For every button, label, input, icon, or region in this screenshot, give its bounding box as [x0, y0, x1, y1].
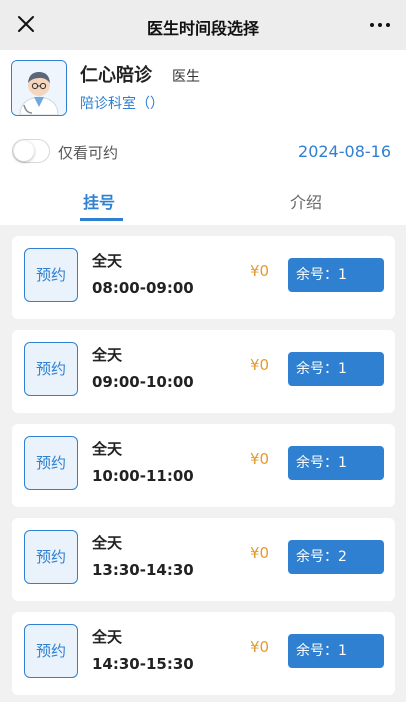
slot-time: 08:00-09:00 — [92, 279, 194, 297]
book-button[interactable]: 预约 — [24, 248, 78, 302]
slot-price: ¥0 — [250, 544, 270, 562]
tab-active-indicator — [80, 218, 123, 221]
doctor-role: 医生 — [172, 69, 200, 85]
remaining-button[interactable]: 余号：2 — [288, 540, 384, 574]
available-only-toggle[interactable] — [12, 139, 50, 163]
time-slot-card: 预约 全天 10:00-11:00 ¥0 余号：1 — [12, 424, 395, 507]
book-button[interactable]: 预约 — [24, 624, 78, 678]
remaining-button[interactable]: 余号：1 — [288, 446, 384, 480]
slot-day: 全天 — [92, 346, 123, 364]
slot-price: ¥0 — [250, 262, 270, 280]
book-button[interactable]: 预约 — [24, 342, 78, 396]
doctor-department: 陪诊科室（） — [80, 96, 164, 112]
doctor-name: 仁心陪诊 — [80, 65, 152, 86]
doctor-card: 仁心陪诊 医生 陪诊科室（） 仅看可约 2024-08-16 挂号 介绍 — [0, 50, 406, 225]
slot-day: 全天 — [92, 252, 123, 270]
remaining-button[interactable]: 余号：1 — [288, 352, 384, 386]
slot-price: ¥0 — [250, 450, 270, 468]
selected-date[interactable]: 2024-08-16 — [298, 142, 391, 161]
slot-time: 09:00-10:00 — [92, 373, 194, 391]
slot-time: 13:30-14:30 — [92, 561, 194, 579]
slot-time: 14:30-15:30 — [92, 655, 194, 673]
doctor-avatar — [11, 60, 67, 116]
tab-registration[interactable]: 挂号 — [83, 189, 115, 213]
time-slot-card: 预约 全天 08:00-09:00 ¥0 余号：1 — [12, 236, 395, 319]
time-slot-card: 预约 全天 13:30-14:30 ¥0 余号：2 — [12, 518, 395, 601]
nav-bar: 医生时间段选择 — [0, 0, 406, 50]
page-title: 医生时间段选择 — [146, 19, 259, 38]
slot-day: 全天 — [92, 534, 123, 552]
remaining-button[interactable]: 余号：1 — [288, 634, 384, 668]
toggle-knob — [14, 141, 34, 161]
slot-price: ¥0 — [250, 638, 270, 656]
remaining-button[interactable]: 余号：1 — [288, 258, 384, 292]
slot-day: 全天 — [92, 628, 123, 646]
book-button[interactable]: 预约 — [24, 436, 78, 490]
tab-introduction[interactable]: 介绍 — [290, 189, 322, 213]
slot-day: 全天 — [92, 440, 123, 458]
available-only-label: 仅看可约 — [58, 144, 119, 162]
slot-time: 10:00-11:00 — [92, 467, 194, 485]
slot-price: ¥0 — [250, 356, 270, 374]
time-slot-card: 预约 全天 09:00-10:00 ¥0 余号：1 — [12, 330, 395, 413]
more-icon[interactable] — [368, 15, 392, 35]
book-button[interactable]: 预约 — [24, 530, 78, 584]
time-slot-card: 预约 全天 14:30-15:30 ¥0 余号：1 — [12, 612, 395, 695]
